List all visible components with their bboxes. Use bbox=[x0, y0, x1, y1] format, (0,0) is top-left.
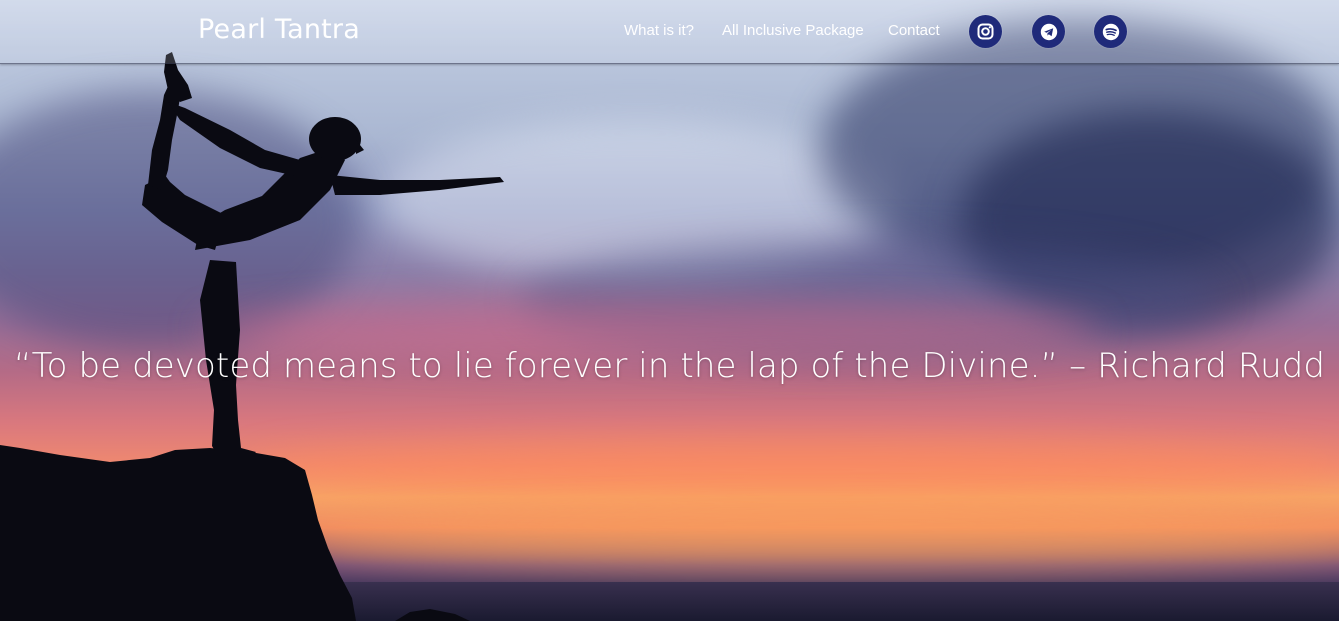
instagram-button[interactable] bbox=[969, 15, 1002, 48]
yoga-silhouette-image bbox=[0, 52, 504, 621]
hero-section: Pearl Tantra What is it? All Inclusive P… bbox=[0, 0, 1339, 621]
nav-link-all-inclusive-package[interactable]: All Inclusive Package bbox=[722, 22, 864, 39]
hero-quote: “To be devoted means to lie forever in t… bbox=[13, 346, 1326, 386]
brand-logo-link[interactable]: Pearl Tantra bbox=[198, 14, 360, 45]
telegram-icon bbox=[1040, 23, 1057, 40]
instagram-icon bbox=[977, 23, 994, 40]
spotify-icon bbox=[1102, 23, 1119, 40]
nav-link-what-is-it[interactable]: What is it? bbox=[624, 22, 694, 39]
spotify-button[interactable] bbox=[1094, 15, 1127, 48]
nav-link-contact[interactable]: Contact bbox=[888, 22, 940, 39]
telegram-button[interactable] bbox=[1032, 15, 1065, 48]
top-navbar: Pearl Tantra What is it? All Inclusive P… bbox=[0, 0, 1339, 64]
